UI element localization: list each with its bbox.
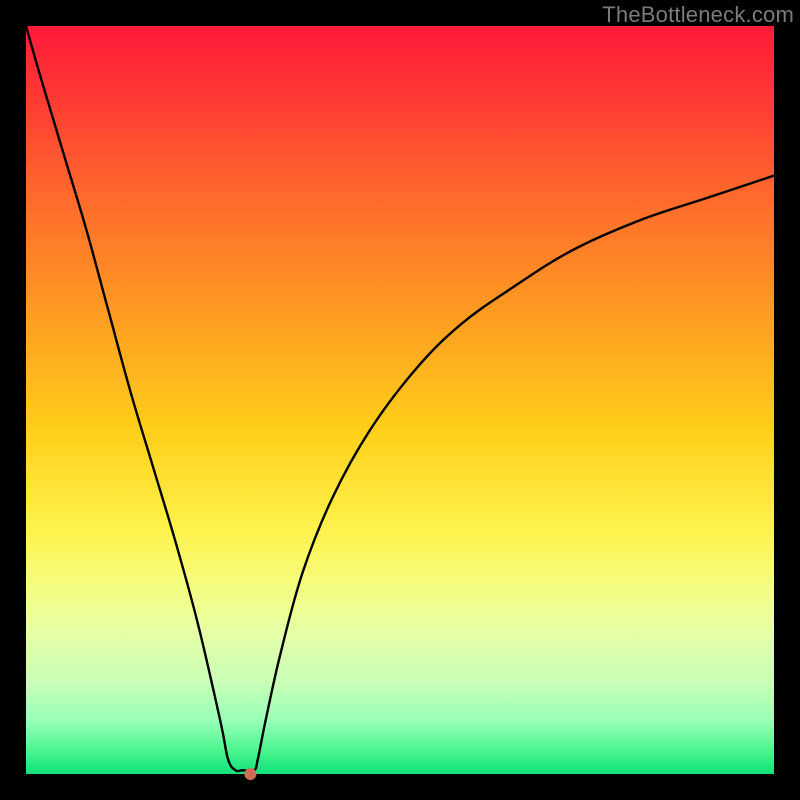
bottleneck-curve [26, 26, 774, 771]
vertex-marker [244, 768, 256, 780]
chart-svg [26, 26, 774, 774]
watermark-text: TheBottleneck.com [602, 2, 794, 28]
chart-frame: TheBottleneck.com [0, 0, 800, 800]
